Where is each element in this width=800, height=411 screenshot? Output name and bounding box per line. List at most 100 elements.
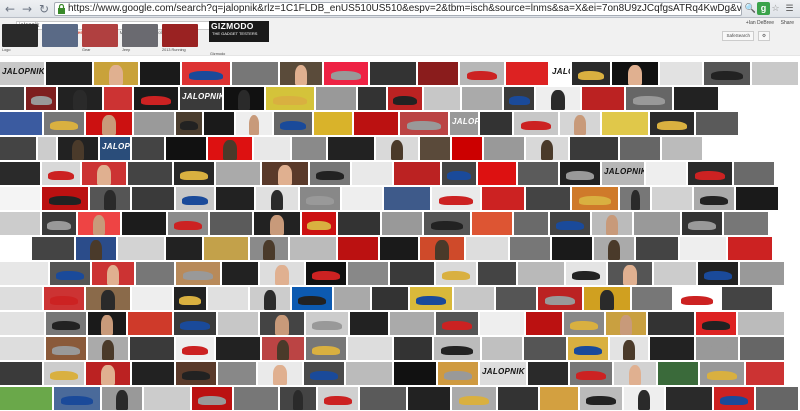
image-result-thumbnail[interactable] — [608, 262, 652, 285]
image-result-thumbnail[interactable] — [44, 362, 84, 385]
image-result-thumbnail[interactable] — [260, 312, 304, 335]
image-result-thumbnail[interactable] — [166, 237, 202, 260]
image-result-thumbnail[interactable] — [612, 62, 658, 85]
image-result-thumbnail[interactable] — [658, 362, 698, 385]
image-result-thumbnail[interactable] — [32, 237, 74, 260]
image-result-thumbnail[interactable] — [92, 262, 134, 285]
image-result-thumbnail[interactable] — [208, 137, 252, 160]
image-result-thumbnail[interactable] — [0, 187, 40, 210]
image-result-thumbnail[interactable] — [342, 187, 382, 210]
image-result-thumbnail[interactable] — [310, 162, 350, 185]
image-result-thumbnail[interactable] — [540, 387, 578, 410]
image-result-thumbnail[interactable] — [132, 187, 174, 210]
image-result-thumbnail[interactable] — [438, 362, 478, 385]
image-result-thumbnail[interactable] — [728, 237, 772, 260]
image-result-thumbnail[interactable] — [82, 162, 126, 185]
image-result-thumbnail[interactable] — [606, 312, 646, 335]
safesearch-button[interactable]: SafeSearch — [722, 31, 754, 41]
image-result-thumbnail[interactable] — [102, 387, 142, 410]
image-result-thumbnail[interactable] — [0, 87, 24, 110]
image-result-thumbnail[interactable] — [518, 162, 558, 185]
image-result-thumbnail[interactable] — [88, 312, 126, 335]
related-search-item[interactable]: Jeep — [122, 24, 158, 56]
related-search-item[interactable]: Gear — [82, 24, 118, 56]
image-result-thumbnail[interactable] — [304, 362, 344, 385]
image-result-thumbnail[interactable] — [674, 287, 720, 310]
image-result-thumbnail[interactable] — [50, 262, 90, 285]
image-result-thumbnail[interactable] — [740, 262, 784, 285]
image-result-thumbnail[interactable] — [536, 87, 580, 110]
image-result-thumbnail[interactable] — [410, 287, 452, 310]
image-result-thumbnail[interactable] — [734, 162, 774, 185]
image-result-thumbnail[interactable] — [306, 262, 346, 285]
image-result-thumbnail[interactable] — [696, 112, 738, 135]
image-result-thumbnail[interactable] — [610, 337, 648, 360]
image-result-thumbnail[interactable] — [358, 87, 386, 110]
image-result-thumbnail[interactable] — [176, 362, 216, 385]
image-result-thumbnail[interactable] — [350, 312, 388, 335]
image-result-thumbnail[interactable] — [88, 337, 128, 360]
image-result-thumbnail[interactable]: JALOPNIK — [550, 62, 570, 85]
image-result-thumbnail[interactable] — [452, 387, 496, 410]
image-result-thumbnail[interactable]: JALOPNIK — [450, 112, 478, 135]
image-result-thumbnail[interactable] — [348, 262, 388, 285]
image-result-thumbnail[interactable] — [646, 162, 686, 185]
image-result-thumbnail[interactable] — [650, 337, 694, 360]
image-result-thumbnail[interactable] — [632, 287, 672, 310]
image-result-thumbnail[interactable] — [86, 287, 130, 310]
image-result-thumbnail[interactable] — [0, 112, 42, 135]
image-result-thumbnail[interactable] — [38, 137, 56, 160]
image-result-thumbnail[interactable] — [0, 137, 36, 160]
image-result-thumbnail[interactable] — [136, 262, 174, 285]
image-result-thumbnail[interactable] — [232, 62, 278, 85]
image-result-thumbnail[interactable] — [700, 362, 744, 385]
image-result-thumbnail[interactable] — [216, 337, 260, 360]
image-result-thumbnail[interactable] — [504, 87, 534, 110]
image-result-thumbnail[interactable] — [254, 137, 290, 160]
image-result-thumbnail[interactable] — [704, 62, 750, 85]
image-result-thumbnail[interactable] — [388, 87, 422, 110]
image-result-thumbnail[interactable] — [696, 337, 738, 360]
image-result-thumbnail[interactable] — [400, 112, 448, 135]
image-result-thumbnail[interactable]: JALOPNIK — [180, 87, 222, 110]
image-result-thumbnail[interactable] — [740, 337, 784, 360]
image-result-thumbnail[interactable] — [258, 362, 302, 385]
image-result-thumbnail[interactable] — [514, 212, 548, 235]
image-result-thumbnail[interactable] — [594, 237, 634, 260]
image-result-thumbnail[interactable] — [86, 112, 132, 135]
image-result-thumbnail[interactable] — [302, 212, 336, 235]
image-result-thumbnail[interactable] — [316, 87, 356, 110]
image-result-thumbnail[interactable] — [538, 287, 582, 310]
share-button[interactable]: Share — [781, 20, 794, 26]
image-result-thumbnail[interactable] — [462, 87, 502, 110]
image-result-thumbnail[interactable] — [722, 287, 772, 310]
image-result-thumbnail[interactable] — [714, 387, 754, 410]
image-result-thumbnail[interactable] — [134, 87, 178, 110]
image-result-thumbnail[interactable]: JALOPNIK — [100, 137, 130, 160]
image-result-thumbnail[interactable] — [176, 187, 214, 210]
image-result-thumbnail[interactable] — [482, 187, 524, 210]
image-result-thumbnail[interactable] — [218, 362, 256, 385]
image-result-thumbnail[interactable] — [46, 62, 92, 85]
image-result-thumbnail[interactable] — [420, 237, 464, 260]
image-result-thumbnail[interactable] — [480, 312, 524, 335]
image-result-thumbnail[interactable] — [42, 162, 80, 185]
image-result-thumbnail[interactable] — [346, 362, 392, 385]
image-result-thumbnail[interactable] — [394, 362, 436, 385]
image-result-thumbnail[interactable] — [514, 112, 558, 135]
image-result-thumbnail[interactable] — [324, 62, 368, 85]
image-result-thumbnail[interactable] — [122, 212, 166, 235]
image-result-thumbnail[interactable] — [250, 287, 290, 310]
image-result-thumbnail[interactable] — [128, 162, 172, 185]
image-result-thumbnail[interactable] — [352, 162, 392, 185]
image-result-thumbnail[interactable] — [86, 362, 130, 385]
image-result-thumbnail[interactable] — [134, 112, 174, 135]
image-result-thumbnail[interactable] — [104, 87, 132, 110]
image-result-thumbnail[interactable] — [634, 212, 680, 235]
image-result-thumbnail[interactable] — [376, 137, 418, 160]
image-result-thumbnail[interactable] — [54, 387, 100, 410]
image-result-thumbnail[interactable] — [484, 137, 524, 160]
image-result-thumbnail[interactable] — [338, 237, 378, 260]
image-result-thumbnail[interactable] — [168, 212, 208, 235]
image-result-thumbnail[interactable] — [528, 362, 568, 385]
